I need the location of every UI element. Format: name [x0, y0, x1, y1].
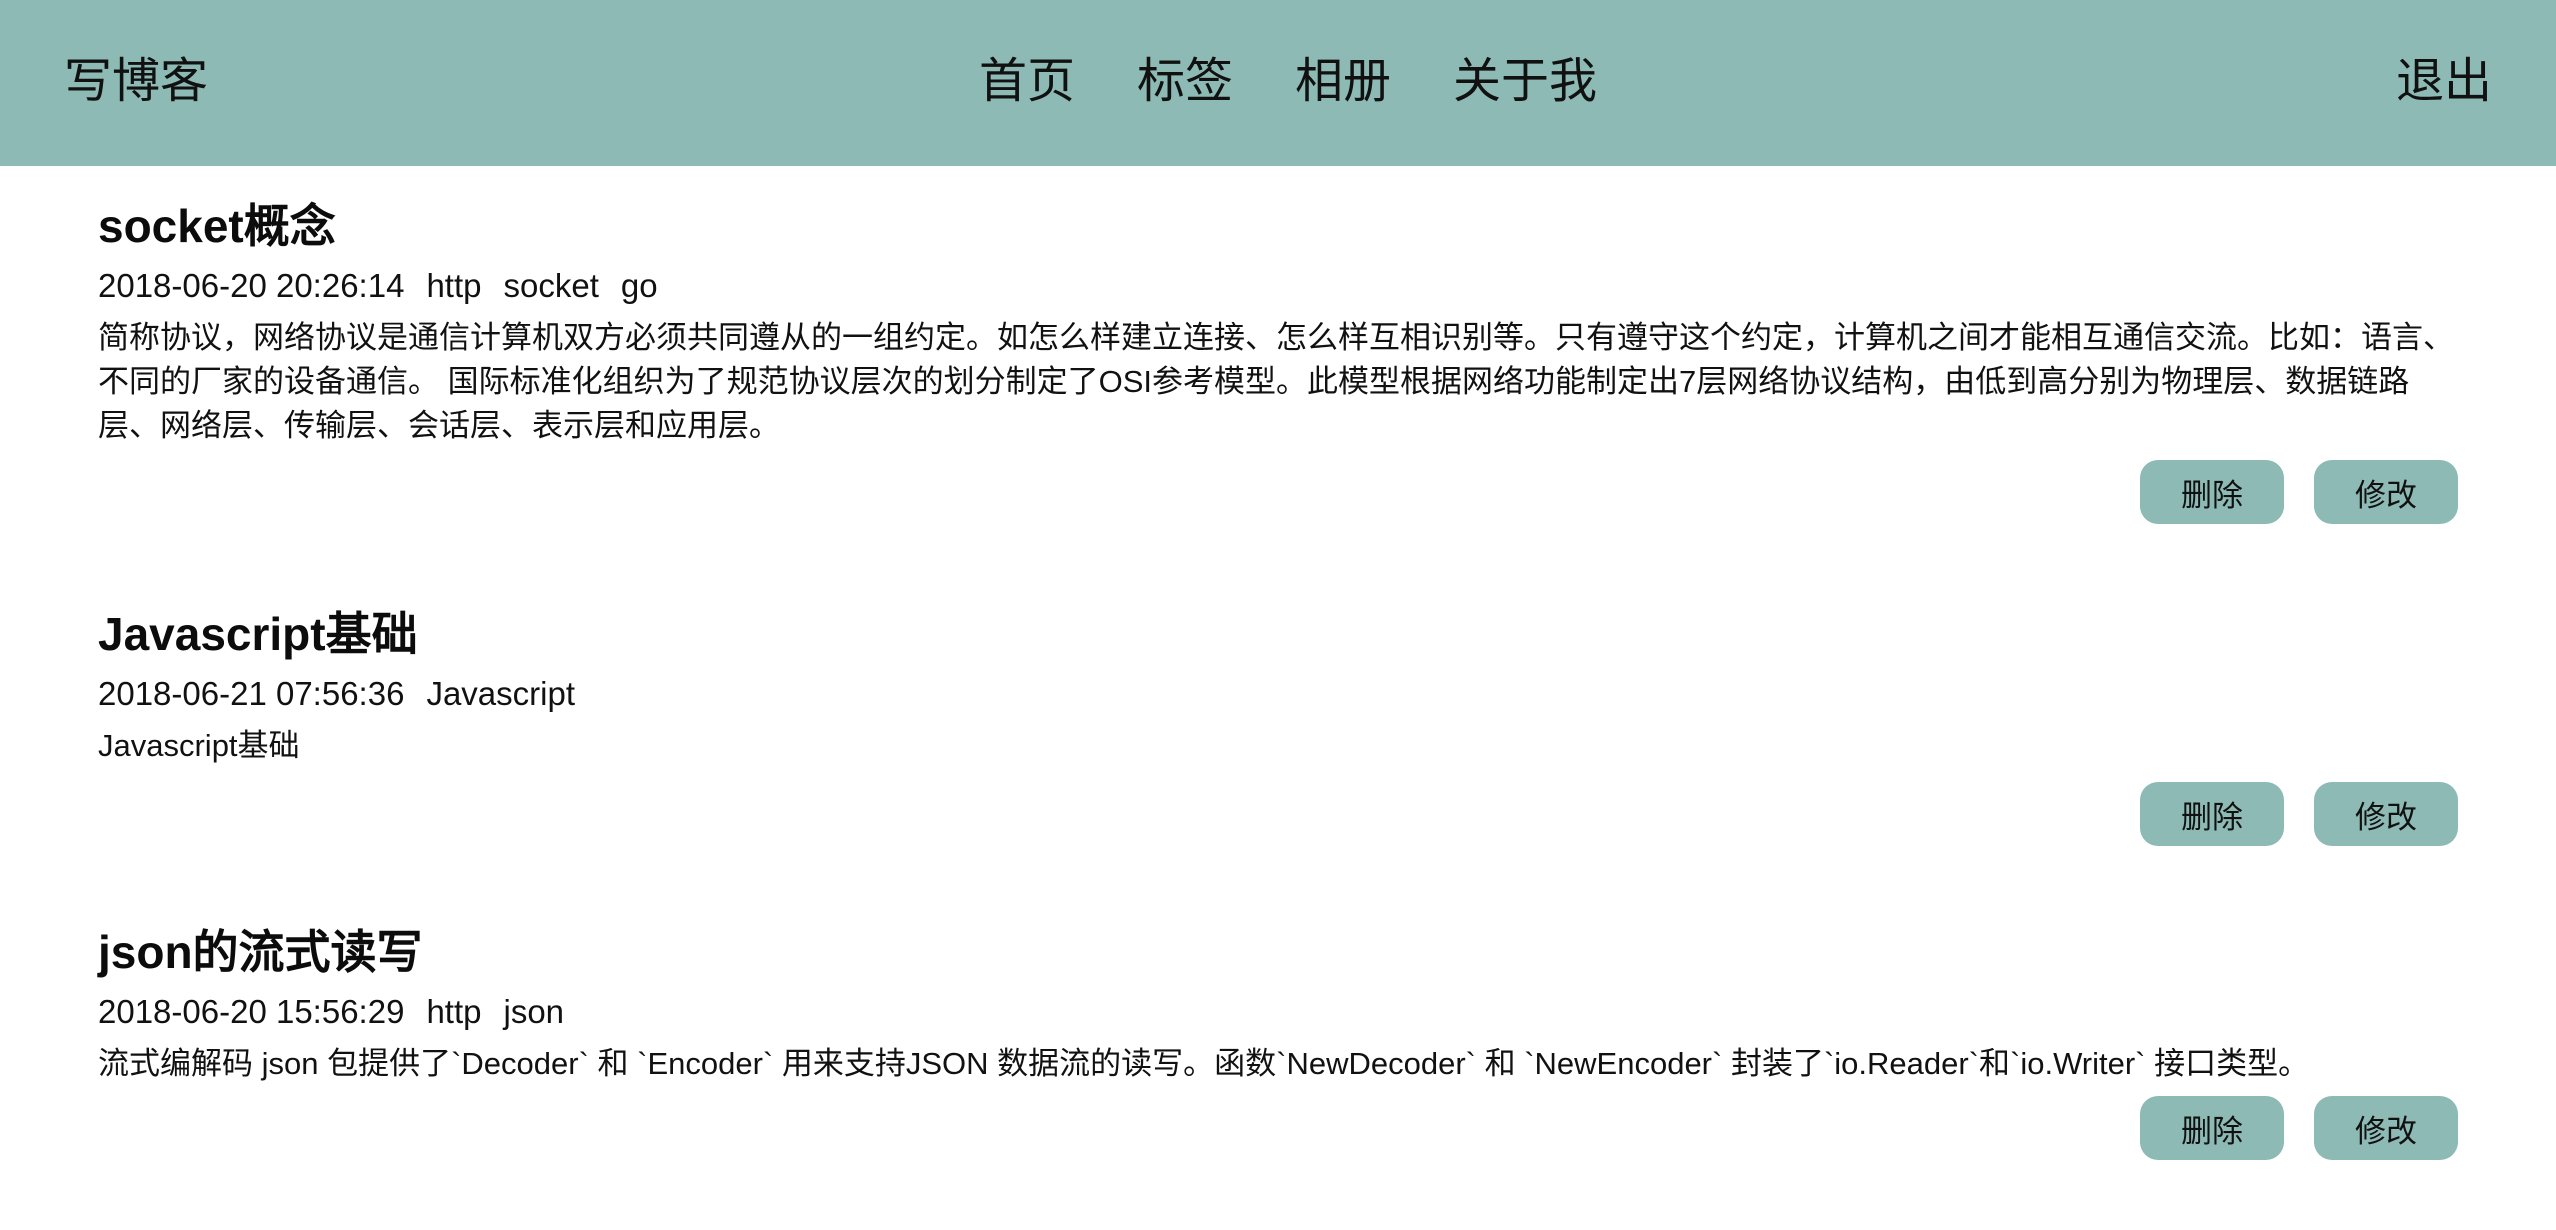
- post-tag[interactable]: http: [426, 988, 481, 1036]
- post-date: 2018-06-20 15:56:29: [98, 993, 405, 1030]
- post-title[interactable]: Javascript基础: [98, 602, 2458, 666]
- post-date: 2018-06-20 20:26:14: [98, 267, 405, 304]
- logout-link[interactable]: 退出: [2396, 50, 2492, 114]
- post-meta: 2018-06-21 07:56:36 Javascript: [98, 670, 2458, 718]
- nav-home-link[interactable]: 首页: [979, 50, 1075, 114]
- post-meta: 2018-06-20 20:26:14 http socket go: [98, 262, 2458, 310]
- post-tag[interactable]: json: [503, 988, 564, 1036]
- nav-tags-link[interactable]: 标签: [1137, 50, 1233, 114]
- top-navbar: 写博客 首页 标签 相册 关于我 退出: [0, 0, 2556, 166]
- post-item: json的流式读写 2018-06-20 15:56:29 http json …: [98, 920, 2458, 1160]
- edit-button[interactable]: 修改: [2314, 460, 2458, 524]
- post-excerpt: Javascript基础: [98, 728, 300, 763]
- post-meta: 2018-06-20 15:56:29 http json: [98, 988, 2458, 1036]
- post-tag[interactable]: socket: [503, 262, 598, 310]
- post-date: 2018-06-21 07:56:36: [98, 675, 405, 712]
- post-title[interactable]: json的流式读写: [98, 920, 2458, 984]
- post-item: Javascript基础 2018-06-21 07:56:36 Javascr…: [98, 602, 2458, 846]
- post-excerpt: 流式编解码 json 包提供了`Decoder` 和 `Encoder` 用来支…: [98, 1046, 2310, 1081]
- post-tag[interactable]: go: [621, 262, 658, 310]
- post-tag[interactable]: Javascript: [426, 670, 575, 718]
- nav-about-link[interactable]: 关于我: [1453, 50, 1597, 114]
- delete-button[interactable]: 删除: [2140, 460, 2284, 524]
- edit-button[interactable]: 修改: [2314, 782, 2458, 846]
- post-actions: 删除 修改: [98, 782, 2458, 846]
- post-excerpt: 简称协议，网络协议是通信计算机双方必须共同遵从的一组约定。如怎么样建立连接、怎么…: [98, 320, 2454, 443]
- post-title[interactable]: socket概念: [98, 194, 2458, 258]
- edit-button[interactable]: 修改: [2314, 1096, 2458, 1160]
- post-actions: 删除 修改: [98, 1096, 2458, 1160]
- nav-album-link[interactable]: 相册: [1295, 50, 1391, 114]
- post-tag[interactable]: http: [426, 262, 481, 310]
- delete-button[interactable]: 删除: [2140, 1096, 2284, 1160]
- delete-button[interactable]: 删除: [2140, 782, 2284, 846]
- post-item: socket概念 2018-06-20 20:26:14 http socket…: [98, 194, 2458, 524]
- post-actions: 删除 修改: [98, 460, 2458, 524]
- main-nav: 首页 标签 相册 关于我: [0, 50, 2556, 114]
